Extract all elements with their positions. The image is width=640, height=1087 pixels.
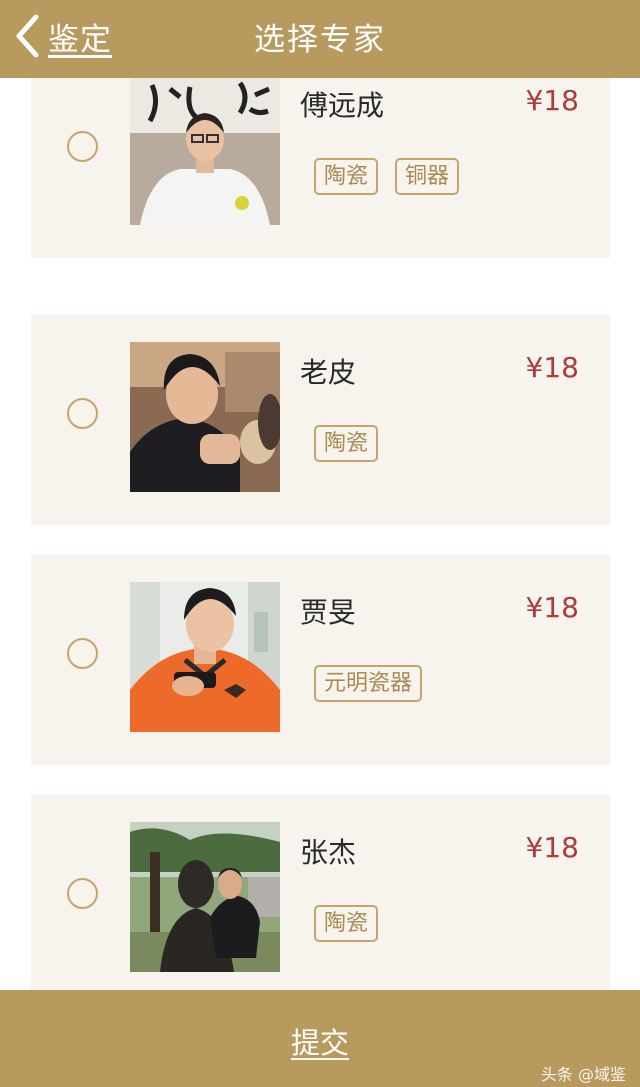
- page-title: 选择专家: [254, 22, 386, 58]
- avatar: [130, 342, 280, 492]
- expert-name: 老皮: [300, 356, 357, 389]
- top-navigation-bar: 鉴定 选择专家: [0, 0, 640, 78]
- category-tag: 元明瓷器: [314, 665, 423, 702]
- expert-card[interactable]: 贾旻 ¥18 元明瓷器: [31, 555, 610, 765]
- tag-list: 陶瓷: [314, 905, 379, 942]
- tag-list: 陶瓷 铜器: [314, 158, 460, 195]
- expert-card[interactable]: 傅远成 ¥18 陶瓷 铜器: [31, 78, 610, 258]
- category-tag: 陶瓷: [314, 905, 379, 942]
- select-radio[interactable]: [67, 638, 98, 669]
- expert-price: ¥18: [525, 831, 579, 864]
- avatar: [130, 78, 280, 225]
- avatar: [130, 582, 280, 732]
- expert-card[interactable]: 老皮 ¥18 陶瓷: [31, 315, 610, 525]
- tag-list: 元明瓷器: [314, 665, 423, 702]
- expert-name: 张杰: [300, 836, 357, 869]
- submit-label: 提交: [290, 1026, 349, 1060]
- expert-price: ¥18: [525, 351, 579, 384]
- select-radio[interactable]: [67, 878, 98, 909]
- category-tag: 陶瓷: [314, 425, 379, 462]
- category-tag: 陶瓷: [314, 158, 379, 195]
- tag-list: 陶瓷: [314, 425, 379, 462]
- category-tag: 铜器: [395, 158, 460, 195]
- avatar: [130, 822, 280, 972]
- select-radio[interactable]: [67, 398, 98, 429]
- select-radio[interactable]: [67, 131, 98, 162]
- expert-price: ¥18: [525, 591, 579, 624]
- expert-price: ¥18: [525, 84, 579, 117]
- expert-name: 傅远成: [300, 89, 385, 122]
- expert-name: 贾旻: [300, 596, 357, 629]
- expert-list: 傅远成 ¥18 陶瓷 铜器 老皮 ¥18 陶瓷 贾旻 ¥18 元明瓷器 张杰 ¥…: [0, 78, 640, 990]
- expert-card[interactable]: 张杰 ¥18 陶瓷: [31, 795, 610, 990]
- watermark: 头条 @域鉴: [540, 1065, 626, 1084]
